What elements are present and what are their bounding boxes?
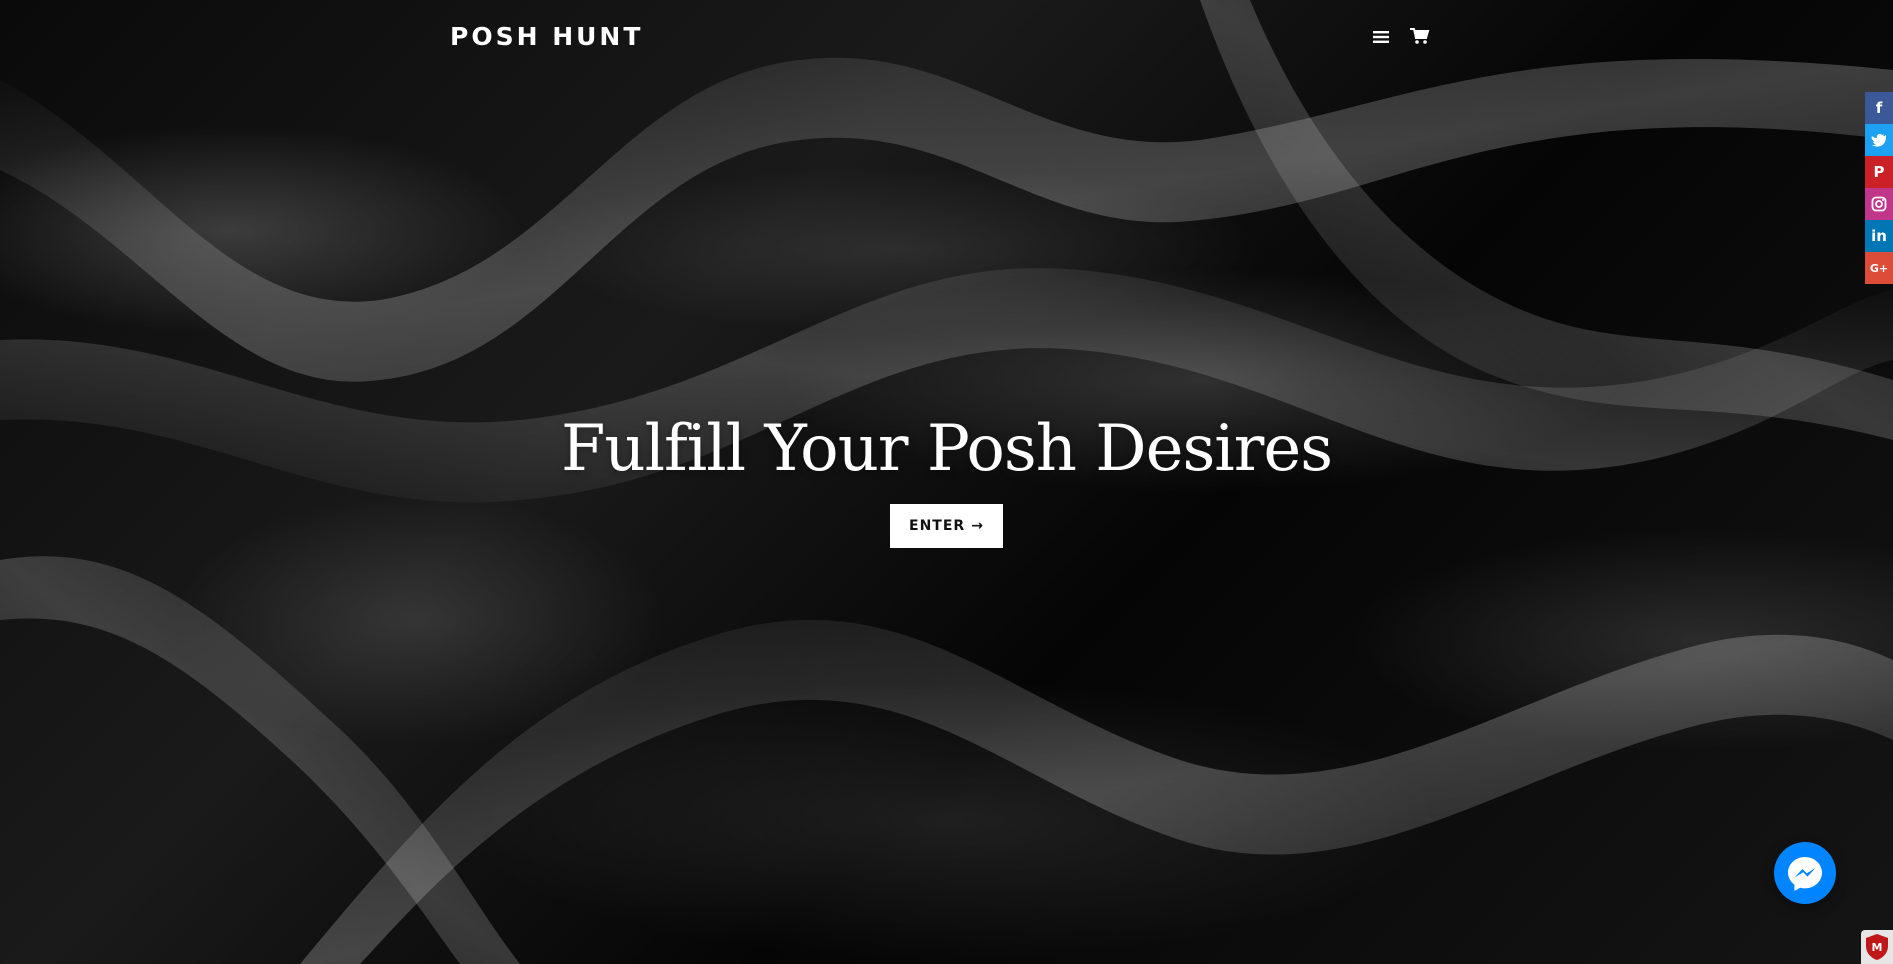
enter-button[interactable]: ENTER → <box>890 504 1003 548</box>
mcafee-shield-icon[interactable]: M <box>1861 930 1893 964</box>
site-header: POSH HUNT <box>0 0 1893 76</box>
arrow-right-icon: → <box>971 518 984 534</box>
messenger-icon[interactable] <box>1774 842 1836 904</box>
facebook-share-icon[interactable]: f <box>1865 92 1893 124</box>
enter-button-label: ENTER <box>909 518 966 534</box>
hero-content: Fulfill Your Posh Desires ENTER → <box>0 402 1893 548</box>
pinterest-share-icon[interactable]: P <box>1865 156 1893 188</box>
site-logo[interactable]: POSH HUNT <box>450 22 643 51</box>
hero-headline: Fulfill Your Posh Desires <box>560 412 1333 486</box>
mcafee-badge-glyph: M <box>1872 941 1883 954</box>
linkedin-share-icon[interactable]: in <box>1865 220 1893 252</box>
instagram-share-icon[interactable] <box>1865 188 1893 220</box>
social-share-bar: f P in G+ <box>1865 92 1893 284</box>
twitter-share-icon[interactable] <box>1865 124 1893 156</box>
hamburger-menu-icon[interactable] <box>1371 28 1391 46</box>
shopping-cart-icon[interactable] <box>1409 26 1431 46</box>
google-plus-share-icon[interactable]: G+ <box>1865 252 1893 284</box>
